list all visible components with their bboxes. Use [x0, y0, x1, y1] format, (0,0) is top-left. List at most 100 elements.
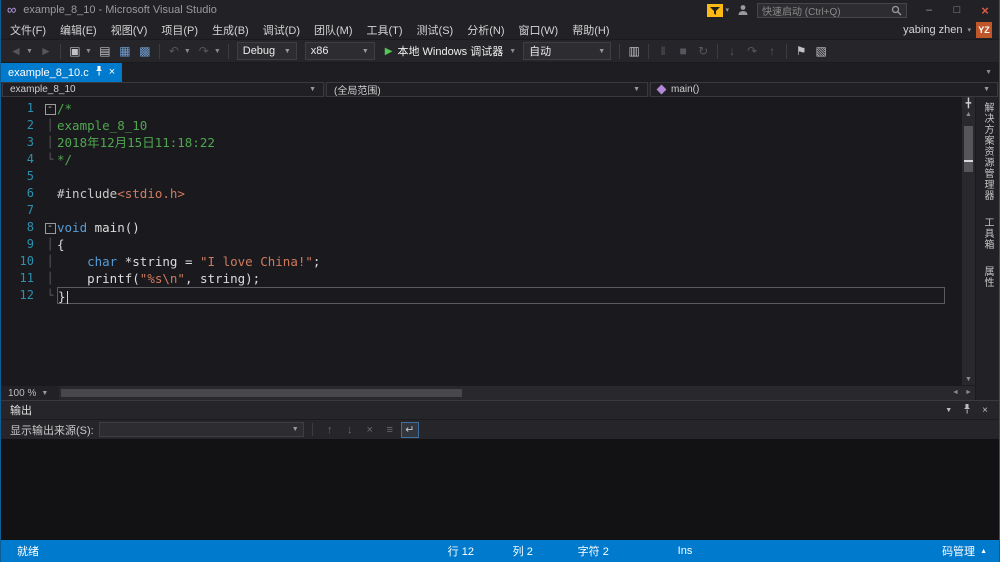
menu-team[interactable]: 团队(M) — [307, 20, 360, 40]
horizontal-scrollbar-thumb[interactable] — [61, 389, 462, 397]
user-caret-icon[interactable]: ▾ — [967, 26, 971, 34]
notifications-caret-icon[interactable]: ▾ — [725, 6, 729, 14]
menu-tools[interactable]: 工具(T) — [360, 20, 410, 40]
step-into-icon[interactable]: ↓ — [723, 42, 741, 60]
scrollbar-thumb[interactable] — [964, 126, 973, 172]
nav-forward-icon[interactable]: ► — [37, 42, 55, 60]
clear-all-icon[interactable]: × — [361, 422, 379, 438]
feedback-icon[interactable] — [737, 4, 749, 16]
split-editor-handle[interactable]: ╋ — [966, 97, 971, 109]
code-line-12[interactable]: 12 └} — [1, 287, 961, 304]
minimize-button[interactable]: – — [915, 0, 943, 20]
scroll-down-icon[interactable]: ▼ — [965, 374, 972, 385]
output-content[interactable] — [1, 439, 999, 540]
nav-back-icon[interactable]: ◄ — [7, 42, 25, 60]
dropdown-caret-icon[interactable]: ▼ — [214, 48, 221, 55]
menu-window[interactable]: 窗口(W) — [512, 20, 566, 40]
tab-overflow-icon[interactable]: ▼ — [985, 69, 999, 76]
source-control-button[interactable]: 码管理 ▲ — [942, 543, 999, 559]
redo-icon[interactable]: ↷ — [195, 42, 213, 60]
line-number: 4 — [26, 152, 34, 166]
close-button[interactable]: × — [971, 0, 999, 20]
dropdown-caret-icon[interactable]: ▼ — [85, 48, 92, 55]
undo-icon[interactable]: ↶ — [165, 42, 183, 60]
code-line-7[interactable]: 7 — [1, 202, 961, 219]
menu-file[interactable]: 文件(F) — [3, 20, 53, 40]
tab-close-icon[interactable]: × — [109, 67, 115, 78]
close-panel-icon[interactable]: × — [982, 405, 988, 416]
step-over-icon[interactable]: ↷ — [743, 42, 761, 60]
menu-build[interactable]: 生成(B) — [205, 20, 256, 40]
word-wrap-icon[interactable]: ↵ — [400, 421, 419, 438]
panel-tab-solution-explorer[interactable]: 解决方案资源管理器 — [980, 102, 995, 201]
search-icon[interactable] — [891, 5, 902, 16]
scroll-left-icon[interactable]: ◄ — [949, 386, 962, 400]
next-message-icon[interactable]: ↓ — [341, 422, 359, 438]
start-debug-button[interactable]: ▶ 本地 Windows 调试器 — [380, 41, 508, 61]
horizontal-scrollbar[interactable] — [59, 386, 949, 400]
panel-tab-properties[interactable]: 属性 — [980, 266, 995, 288]
code-area[interactable]: 1/*2│example_8_103│2018年12月15日11:18:224└… — [1, 97, 961, 385]
avatar[interactable]: YZ — [976, 21, 992, 38]
code-line-10[interactable]: 10 │ char *string = "I love China!"; — [1, 253, 961, 270]
menu-analyze[interactable]: 分析(N) — [460, 20, 511, 40]
zoom-control[interactable]: 100 % ▼ — [1, 388, 55, 399]
code-line-11[interactable]: 11 │ printf("%s\n", string); — [1, 270, 961, 287]
menu-debug[interactable]: 调试(D) — [256, 20, 307, 40]
vertical-scrollbar[interactable]: ╋ ▲ ▼ — [961, 97, 975, 385]
break-all-icon[interactable]: ‖ — [654, 42, 672, 60]
step-out-icon[interactable]: ↑ — [763, 42, 781, 60]
solution-platform-combo[interactable]: x86 ▼ — [304, 42, 375, 60]
save-icon[interactable]: ▦ — [116, 42, 134, 60]
code-line-5[interactable]: 5 — [1, 168, 961, 185]
code-line-6[interactable]: 6 #include<stdio.h> — [1, 185, 961, 202]
code-line-2[interactable]: 2 │ example_8_10 — [1, 117, 961, 134]
code-line-3[interactable]: 3 │ 2018年12月15日11:18:22 — [1, 134, 961, 151]
user-name[interactable]: yabing zhen — [903, 24, 962, 36]
code-line-4[interactable]: 4 └ */ — [1, 151, 961, 168]
maximize-button[interactable]: □ — [943, 0, 971, 20]
menu-test[interactable]: 测试(S) — [410, 20, 461, 40]
fold-toggle-icon[interactable] — [43, 219, 57, 236]
diagnostics-icon[interactable]: ▥ — [625, 42, 643, 60]
panel-tab-toolbox[interactable]: 工具箱 — [980, 217, 995, 250]
scroll-up-icon[interactable]: ▲ — [965, 109, 972, 120]
output-source-dropdown[interactable]: ▼ — [98, 422, 304, 437]
save-all-icon[interactable]: ▩ — [136, 42, 154, 60]
window-position-icon[interactable]: ▼ — [945, 407, 952, 414]
scroll-right-icon[interactable]: ► — [962, 386, 975, 400]
tab-example-8-10[interactable]: example_8_10.c × — [1, 63, 123, 82]
fold-toggle-icon[interactable] — [43, 100, 57, 117]
comment-icon[interactable]: ▧ — [812, 42, 830, 60]
pin-icon[interactable] — [95, 66, 103, 79]
solution-config-combo[interactable]: Debug ▼ — [236, 42, 297, 60]
menu-project[interactable]: 项目(P) — [154, 20, 205, 40]
scrollbar-track[interactable] — [962, 120, 975, 374]
code-line-1[interactable]: 1 /* — [1, 100, 961, 117]
toggle-messages-icon[interactable]: ≡ — [381, 422, 399, 438]
menu-edit[interactable]: 编辑(E) — [53, 20, 104, 40]
open-file-icon[interactable]: ▤ — [96, 42, 114, 60]
nav-scope-dropdown[interactable]: (全局范围) ▼ — [326, 82, 648, 97]
bookmark-icon[interactable]: ⚑ — [792, 42, 810, 60]
new-project-icon[interactable]: ▣ — [66, 42, 84, 60]
line-number: 11 — [19, 271, 34, 285]
dropdown-caret-icon[interactable]: ▼ — [184, 48, 191, 55]
previous-message-icon[interactable]: ↑ — [321, 422, 339, 438]
menu-view[interactable]: 视图(V) — [104, 20, 155, 40]
nav-member-dropdown[interactable]: main() ▼ — [650, 82, 998, 97]
debug-target-combo[interactable]: 自动 ▼ — [523, 42, 612, 60]
code-line-8[interactable]: 8 void main() — [1, 219, 961, 236]
restart-icon[interactable]: ↻ — [694, 42, 712, 60]
code-editor[interactable]: 1/*2│example_8_103│2018年12月15日11:18:224└… — [1, 97, 975, 385]
menu-help[interactable]: 帮助(H) — [565, 20, 616, 40]
dropdown-caret-icon[interactable]: ▼ — [26, 48, 33, 55]
code-line-9[interactable]: 9 │{ — [1, 236, 961, 253]
nav-project-dropdown[interactable]: example_8_10 ▼ — [2, 82, 324, 97]
notifications-icon[interactable] — [706, 3, 723, 17]
quick-launch-input[interactable]: 快速启动 (Ctrl+Q) — [757, 2, 907, 18]
status-character: 字符 2 — [577, 546, 609, 558]
dropdown-caret-icon[interactable]: ▼ — [509, 48, 516, 55]
stop-debug-icon[interactable]: ■ — [674, 42, 692, 60]
pin-icon[interactable] — [963, 403, 971, 417]
